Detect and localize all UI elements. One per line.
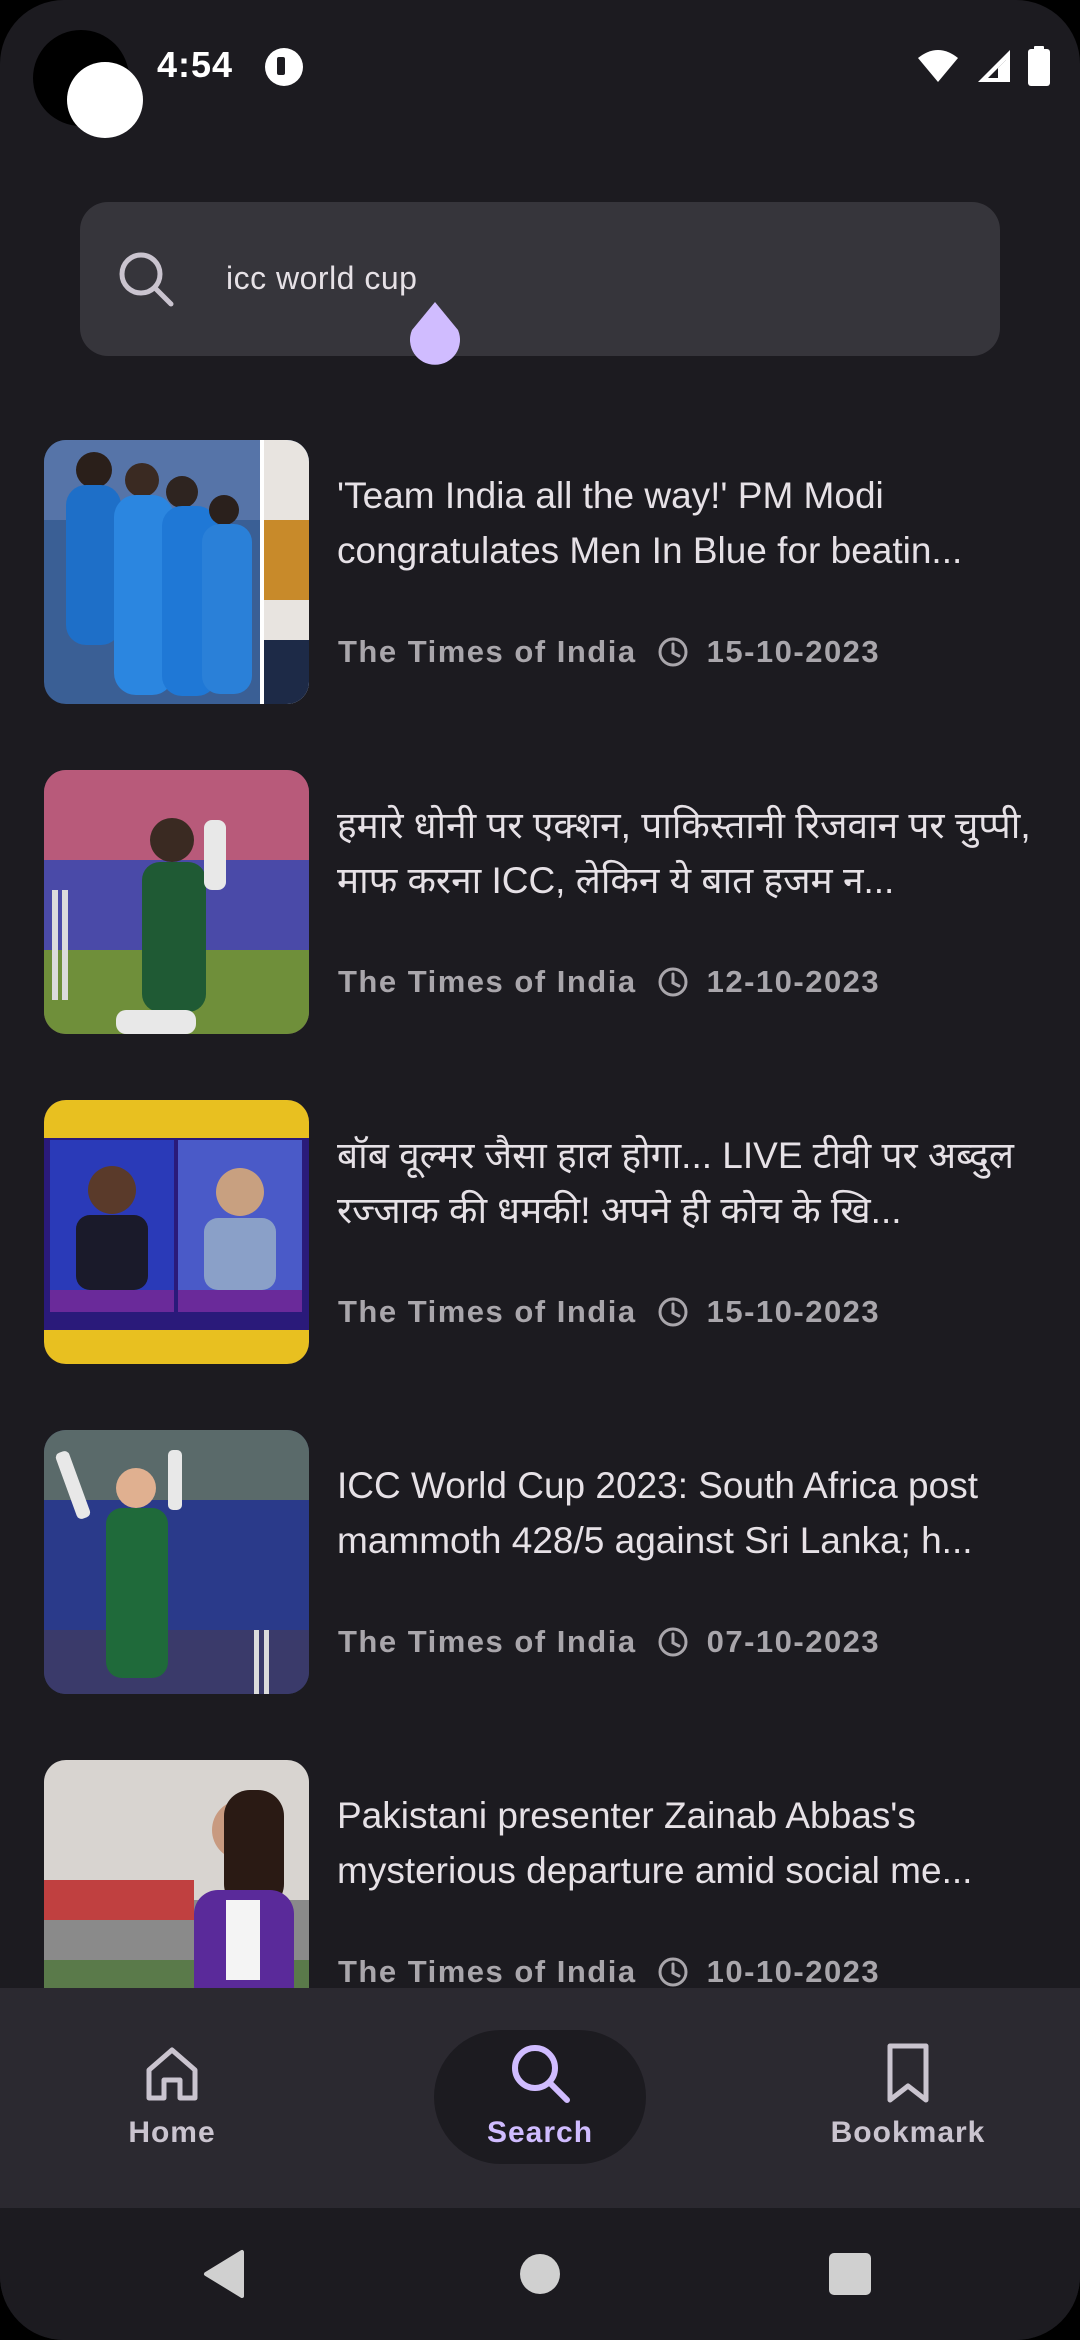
- status-bar: 4:54: [0, 0, 1080, 140]
- clock-icon: [658, 1957, 688, 1987]
- news-thumbnail: [44, 440, 309, 704]
- news-title: Pakistani presenter Zainab Abbas's myste…: [337, 1795, 973, 1891]
- news-meta: The Times of India 10-10-2023: [338, 1952, 880, 1988]
- clock-icon: [658, 1297, 688, 1327]
- battery-icon: [1028, 46, 1050, 86]
- news-thumbnail: [44, 1760, 309, 1988]
- nav-item-search[interactable]: Search: [390, 1988, 690, 2208]
- app-screen: 4:54 icc world cup 'Team India all the w…: [0, 0, 1080, 2340]
- news-meta: The Times of India 15-10-2023: [338, 632, 880, 672]
- camera-dot: [67, 62, 143, 138]
- news-source: The Times of India: [338, 1954, 637, 1988]
- status-icons: [916, 46, 1050, 86]
- news-date: 15-10-2023: [706, 1294, 881, 1329]
- notification-app-icon: [265, 48, 303, 86]
- news-source: The Times of India: [338, 634, 637, 669]
- search-bar[interactable]: [80, 202, 1000, 356]
- bookmark-icon: [887, 2043, 929, 2103]
- recents-button-icon[interactable]: [822, 2246, 878, 2302]
- news-item[interactable]: ICC World Cup 2023: South Africa post ma…: [44, 1430, 1044, 1694]
- wifi-icon: [918, 50, 958, 82]
- news-thumbnail: [44, 770, 309, 1034]
- news-source: The Times of India: [338, 1624, 637, 1659]
- clock-icon: [658, 967, 688, 997]
- news-source: The Times of India: [338, 1294, 637, 1329]
- bottom-navigation: Home Search Bookmark: [0, 1988, 1080, 2208]
- news-list: 'Team India all the way!' PM Modi congra…: [0, 440, 1080, 1988]
- home-button-icon[interactable]: [512, 2246, 568, 2302]
- news-date: 10-10-2023: [706, 1954, 881, 1988]
- nav-item-home[interactable]: Home: [22, 1988, 322, 2208]
- news-title: हमारे धोनी पर एक्शन, पाकिस्तानी रिजवान प…: [337, 805, 1031, 901]
- camera-cutout: [33, 30, 143, 138]
- news-date: 07-10-2023: [706, 1624, 881, 1659]
- news-meta: The Times of India 12-10-2023: [338, 962, 880, 1002]
- nav-label-bookmark: Bookmark: [830, 2116, 986, 2149]
- news-item[interactable]: 'Team India all the way!' PM Modi congra…: [44, 440, 1044, 704]
- clock-icon: [658, 1627, 688, 1657]
- status-time: 4:54: [157, 44, 234, 85]
- news-source: The Times of India: [338, 964, 637, 999]
- search-icon: [116, 249, 176, 309]
- news-thumbnail: [44, 1430, 309, 1694]
- nav-label-home: Home: [128, 2116, 216, 2149]
- text-cursor-handle[interactable]: [406, 300, 464, 366]
- clock-icon: [658, 637, 688, 667]
- home-icon: [146, 2047, 198, 2101]
- news-item[interactable]: Pakistani presenter Zainab Abbas's myste…: [44, 1760, 1044, 1988]
- news-title: ICC World Cup 2023: South Africa post ma…: [337, 1465, 978, 1561]
- news-thumbnail: [44, 1100, 309, 1364]
- news-meta: The Times of India 15-10-2023: [338, 1292, 880, 1332]
- signal-icon: [978, 50, 1010, 82]
- news-item[interactable]: बॉब वूल्मर जैसा हाल होगा... LIVE टीवी पर…: [44, 1100, 1044, 1364]
- news-date: 12-10-2023: [706, 964, 881, 999]
- system-navigation: [0, 2208, 1080, 2340]
- nav-item-bookmark[interactable]: Bookmark: [758, 1988, 1058, 2208]
- news-date: 15-10-2023: [706, 634, 881, 669]
- back-button-icon[interactable]: [198, 2246, 254, 2302]
- news-title: बॉब वूल्मर जैसा हाल होगा... LIVE टीवी पर…: [337, 1135, 1014, 1231]
- news-item[interactable]: हमारे धोनी पर एक्शन, पाकिस्तानी रिजवान प…: [44, 770, 1044, 1034]
- search-input[interactable]: [224, 248, 924, 308]
- news-title: 'Team India all the way!' PM Modi congra…: [337, 475, 963, 571]
- nav-label-search: Search: [486, 2116, 594, 2149]
- news-meta: The Times of India 07-10-2023: [338, 1622, 880, 1662]
- search-icon: [512, 2045, 570, 2103]
